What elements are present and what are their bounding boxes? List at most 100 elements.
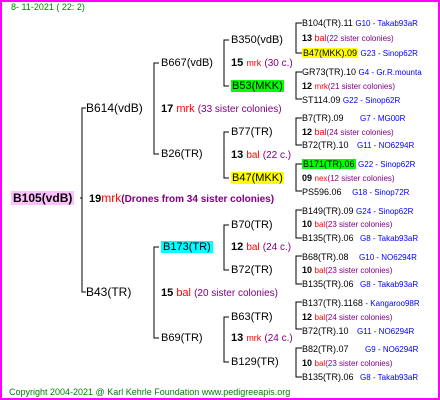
gen3-note-1: (30 c.) <box>264 58 293 69</box>
gen2-note-4: (24 c.) <box>264 333 293 344</box>
gen4-ref-7: G22 - Sinop62R <box>358 160 416 169</box>
sire-count: 17 <box>161 103 174 115</box>
gen4-ref-4: G22 - Sinop62R <box>342 96 401 105</box>
gen2-queen-3: B173(TR) <box>161 241 213 253</box>
gen3-queen-5: B70(TR) <box>231 219 273 231</box>
gen4-ref-8: G18 - Sinop72R <box>352 188 410 197</box>
gen3-queen-1: B350(vdB) <box>231 34 283 46</box>
gen2-mrk-3: bal <box>246 242 260 253</box>
gen3-queen-7: B63(TR) <box>231 311 273 323</box>
gen3-count-5: 10 <box>302 219 313 229</box>
dam-queen: B43(TR) <box>86 285 132 299</box>
gen2-mrk-4: mrk <box>246 333 262 343</box>
gen4-ref-12: G8 - Takab93aR <box>360 280 419 289</box>
sire-note: (33 sister colonies) <box>197 104 282 115</box>
gen3-drones-3: 13 bal (22 c.) <box>231 149 291 162</box>
gen3-mrk-2: mrk <box>314 82 328 91</box>
root-mrk: mrk <box>101 191 122 205</box>
gen3-drones-5: 10 bal(23 sister colonies) <box>302 218 392 231</box>
gen4-row-2: B47(MKK).09 G23 - Sinop62R <box>302 47 418 60</box>
gen3-count-6: 10 <box>302 265 313 275</box>
gen4-ref-14: G11 - NO6294R <box>357 327 415 336</box>
gen3-drones-4: 09 nex(12 sister colonies) <box>302 172 395 185</box>
gen3-note-4: (12 sister colonies) <box>327 174 395 183</box>
gen4-name-5: B7(TR).09 <box>302 113 344 123</box>
gen4-name-2: B47(MKK).09 <box>302 48 359 58</box>
gen4-ref-2: G23 - Sinop62R <box>360 49 418 58</box>
gen3-queen-4: B47(MKK) <box>231 172 284 184</box>
gen4-name-4: ST114.09 <box>302 95 341 105</box>
gen2-queen-1: B667(vdB) <box>161 57 213 69</box>
gen4-row-15: B82(TR).07 G9 - NO6294R <box>302 343 418 356</box>
gen4-name-9: B149(TR).09 <box>302 206 354 216</box>
gen4-row-14: B72(TR).10 G11 - NO6294R <box>302 325 414 338</box>
gen3-count-7: 12 <box>302 312 313 322</box>
gen4-ref-3: G4 - Gr.R.mounta <box>358 68 422 77</box>
gen4-name-16: B135(TR).06 <box>302 372 354 382</box>
gen4-row-3: GR73(TR).10 G4 - Gr.R.mounta <box>302 66 422 79</box>
gen4-name-15: B82(TR).07 <box>302 344 349 354</box>
root-note: (Drones from 34 sister colonies) <box>121 194 275 205</box>
gen4-row-16: B135(TR).06 G8 - Takab93aR <box>302 371 418 384</box>
gen4-name-8: PS596.06 <box>302 187 342 197</box>
gen4-row-13: B137(TR).1168 - Kangaroo98R <box>302 297 420 310</box>
copyright-footer: Copyright 2004-2021 @ Karl Kehrle Founda… <box>9 387 291 397</box>
gen3-queen-8: B129(TR) <box>231 356 279 368</box>
gen3-note-2: (21 sister colonies) <box>327 82 395 91</box>
sire-drones: 17 mrk (33 sister colonies) <box>161 103 282 116</box>
root-queen: B105(vdB) <box>11 191 75 205</box>
gen4-name-7: B171(TR).06 <box>302 159 356 169</box>
gen4-row-11: B68(TR).08 G10 - NO6294R <box>302 251 417 264</box>
gen3-mrk-7: bal <box>314 313 326 322</box>
root-drones: 19mrk(Drones from 34 sister colonies) <box>89 192 274 206</box>
gen4-ref-16: G8 - Takab93aR <box>360 373 419 382</box>
gen3-mrk-5: bal <box>314 220 326 229</box>
gen4-ref-15: G9 - NO6294R <box>365 345 419 354</box>
generation-date: 8- 11-2021 ( 22: 2) <box>11 2 85 12</box>
gen4-row-4: ST114.09 G22 - Sinop62R <box>302 94 400 107</box>
gen2-drones-3: 12 bal (24 c.) <box>231 241 291 254</box>
gen4-name-6: B72(TR).10 <box>302 140 349 150</box>
gen3-queen-6: B72(TR) <box>231 264 273 276</box>
gen3-count-4: 09 <box>302 173 313 183</box>
gen3-note-6: (23 sister colonies) <box>325 266 393 275</box>
gen3-count-2: 12 <box>302 81 313 91</box>
gen4-name-12: B135(TR).06 <box>302 279 354 289</box>
gen4-ref-5: G7 - MG00R <box>360 114 406 123</box>
gen3-drones-1: 15 mrk (30 c.) <box>231 57 293 70</box>
gen3-count-8: 10 <box>302 358 313 368</box>
sire-queen: B614(vdB) <box>86 101 143 115</box>
gen3-mrk-4: nex <box>314 174 328 183</box>
gen4-name-10: B135(TR).06 <box>302 233 354 243</box>
gen4-ref-1: G10 - Takab93aR <box>355 19 418 28</box>
gen2-count-3: 12 <box>231 241 244 253</box>
root-count: 19 <box>89 193 102 205</box>
gen3-note-8: (23 sister colonies) <box>325 359 393 368</box>
gen3-mrk-8: bal <box>314 359 326 368</box>
dam-drones: 15 bal (20 sister colonies) <box>161 287 278 300</box>
gen3-queen-2: B53(MKK) <box>231 80 284 92</box>
gen4-ref-9: G24 - Sinop62R <box>356 207 414 216</box>
gen3-queen-3: B77(TR) <box>231 126 273 138</box>
gen4-name-11: B68(TR).08 <box>302 252 349 262</box>
gen3-note-7: (24 sister colonies) <box>325 313 393 322</box>
gen3-count-1: 15 <box>231 57 244 69</box>
gen4-row-7: B171(TR).06 G22 - Sinop62R <box>302 158 415 171</box>
gen4-drones-5: 12 bal(24 sister colonies) <box>302 127 394 137</box>
dam-count: 15 <box>161 287 174 299</box>
gen2-note-3: (24 c.) <box>262 242 292 253</box>
dam-note: (20 sister colonies) <box>194 288 278 299</box>
gen2-count-4: 13 <box>231 332 244 344</box>
gen3-count-3: 13 <box>231 149 244 161</box>
gen4-row-8: PS596.06 G18 - Sinop72R <box>302 186 409 199</box>
gen3-mrk-6: bal <box>314 266 326 275</box>
gen4-name-3: GR73(TR).10 <box>302 67 357 77</box>
gen4-name-13: B137(TR).1168 <box>302 298 363 308</box>
gen2-queen-4: B69(TR) <box>161 332 203 344</box>
gen4-ref-10: G8 - Takab93aR <box>360 234 419 243</box>
gen3-drones-2: 12 mrk(21 sister colonies) <box>302 80 395 93</box>
gen2-queen-2: B26(TR) <box>161 148 203 160</box>
gen4-ref-11: G10 - NO6294R <box>359 253 417 262</box>
gen2-drones-4: 13 mrk (24 c.) <box>231 332 293 345</box>
gen4-ref-6: G11 - NO6294R <box>357 141 415 150</box>
